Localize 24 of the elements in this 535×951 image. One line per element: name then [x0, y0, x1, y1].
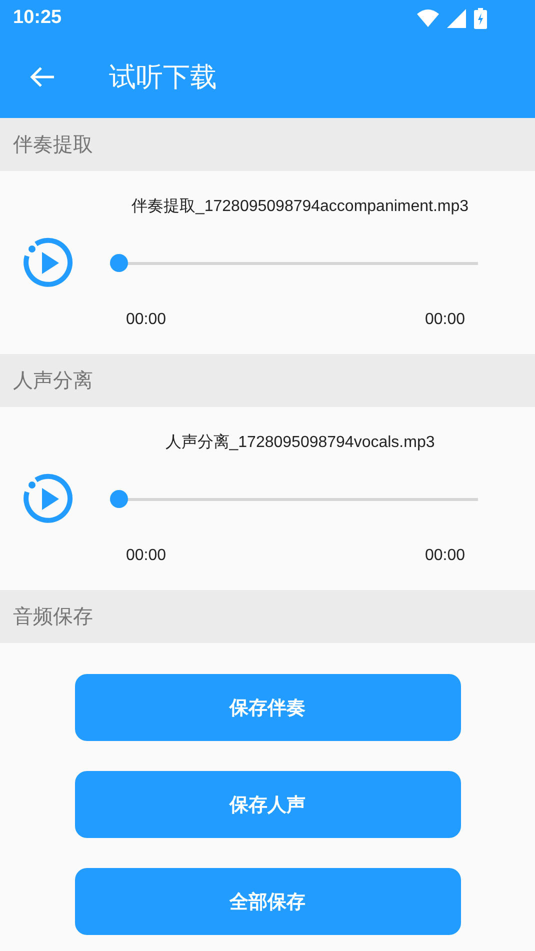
battery-icon [474, 8, 487, 28]
page-title: 试听下载 [109, 61, 217, 94]
section-header: 音频保存 [0, 590, 535, 643]
back-button[interactable] [29, 66, 55, 88]
slider-thumb[interactable] [110, 490, 128, 508]
seek-slider[interactable] [110, 490, 478, 508]
play-button[interactable] [22, 472, 74, 524]
wifi-icon [417, 9, 439, 27]
slider-thumb[interactable] [110, 254, 128, 272]
duration-time: 00:00 [424, 547, 465, 565]
play-button[interactable] [22, 236, 74, 288]
status-time: 10:25 [13, 7, 62, 29]
file-name: 人声分离_1728095098794vocals.mp3 [164, 432, 436, 453]
elapsed-time: 00:00 [126, 547, 166, 565]
file-name: 伴奏提取_1728095098794accompaniment.mp3 [130, 197, 470, 217]
save-button[interactable]: 保存人声 [74, 771, 460, 838]
elapsed-time: 00:00 [126, 311, 166, 329]
section-header: 人声分离 [0, 354, 535, 407]
duration-time: 00:00 [424, 311, 465, 329]
seek-slider[interactable] [110, 254, 478, 272]
save-button[interactable]: 保存伴奏 [74, 674, 460, 741]
signal-icon [447, 8, 466, 28]
section-header: 伴奏提取 [0, 118, 535, 171]
save-button[interactable]: 全部保存 [74, 868, 460, 935]
